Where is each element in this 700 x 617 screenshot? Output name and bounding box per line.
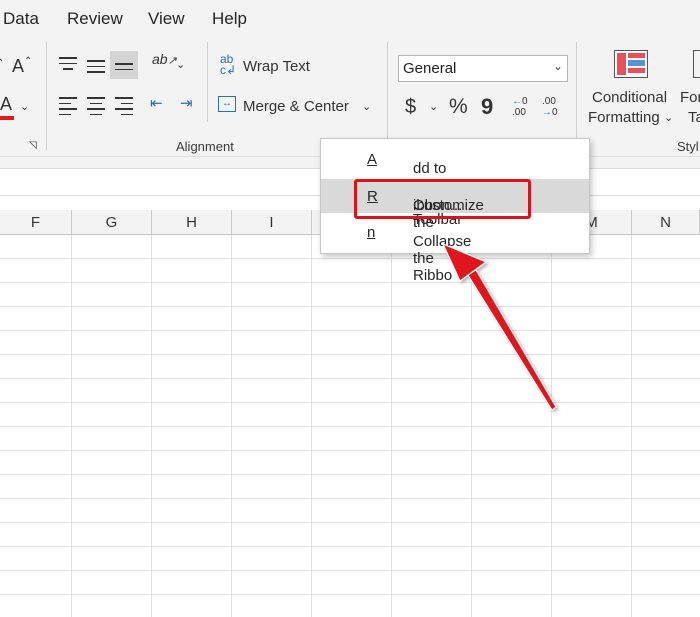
annotation-arrow-icon (441, 242, 557, 411)
